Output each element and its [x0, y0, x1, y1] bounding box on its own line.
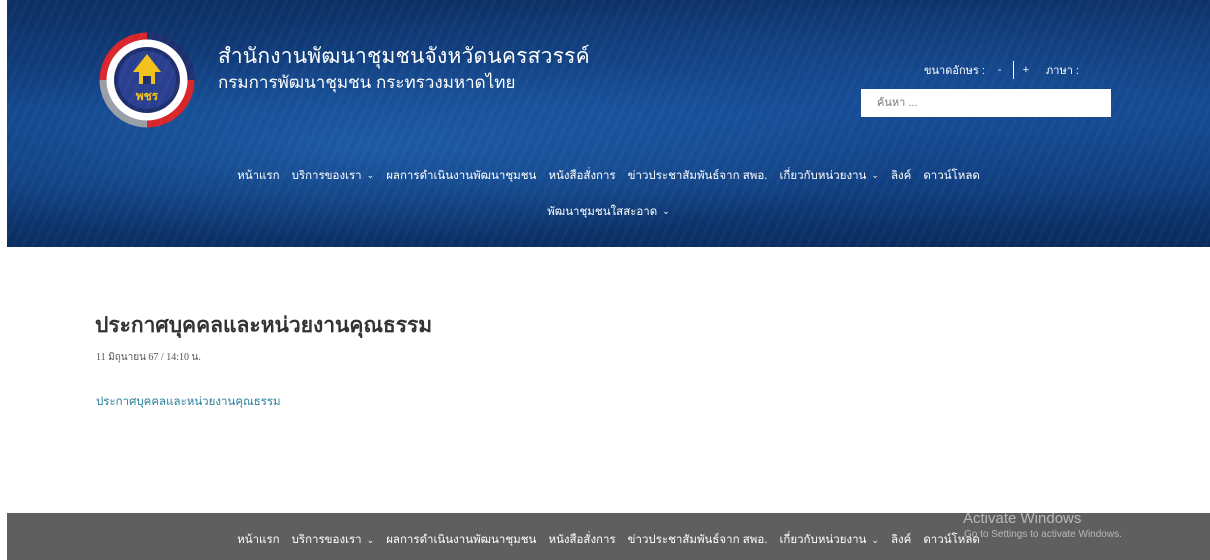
cdd-emblem-icon[interactable]: พชร	[99, 32, 195, 128]
nav-item-orders[interactable]: หนังสือสั่งการ	[548, 167, 615, 185]
font-increase-button[interactable]: +	[1020, 64, 1032, 76]
font-size-label: ขนาดอักษร :	[924, 65, 985, 77]
nav-item-clean-community[interactable]: พัฒนาชุมชนใสสะอาด ⌄	[547, 203, 670, 221]
document-link[interactable]: ประกาศบุคคลและหน่วยงานคุณธรรม	[96, 393, 281, 411]
nav-item-download[interactable]: ดาวน์โหลด	[923, 167, 980, 185]
chevron-down-icon: ⌄	[871, 169, 879, 180]
footer-nav-news[interactable]: ข่าวประชาสัมพันธ์จาก สพอ.	[628, 531, 768, 549]
main-nav: หน้าแรก บริการของเรา ⌄ ผลการดำเนินงานพัฒน…	[7, 167, 1210, 185]
footer-nav-home[interactable]: หน้าแรก	[237, 531, 279, 549]
nav-item-about[interactable]: เกี่ยวกับหน่วยงาน ⌄	[779, 167, 878, 185]
footer-nav-links[interactable]: ลิงค์	[891, 531, 911, 549]
chevron-down-icon: ⌄	[662, 205, 670, 216]
nav-item-services[interactable]: บริการของเรา ⌄	[292, 167, 375, 185]
footer-nav-orders[interactable]: หนังสือสั่งการ	[548, 531, 615, 549]
page-title: ประกาศบุคคลและหน่วยงานคุณธรรม	[95, 314, 433, 337]
footer-nav-services[interactable]: บริการของเรา ⌄	[292, 531, 375, 549]
chevron-down-icon: ⌄	[366, 169, 375, 180]
footer-nav-results[interactable]: ผลการดำเนินงานพัฒนาชุมชน	[386, 531, 536, 549]
nav-item-news[interactable]: ข่าวประชาสัมพันธ์จาก สพอ.	[628, 167, 768, 185]
search-input[interactable]	[861, 89, 1111, 117]
nav-item-links[interactable]: ลิงค์	[891, 167, 911, 185]
site-footer: หน้าแรก บริการของเรา ⌄ ผลการดำเนินงานพัฒน…	[7, 513, 1210, 560]
accessibility-tools: ขนาดอักษร : - + ภาษา :	[924, 61, 1079, 79]
chevron-down-icon: ⌄	[871, 534, 879, 545]
chevron-down-icon: ⌄	[366, 534, 375, 545]
nav-item-home[interactable]: หน้าแรก	[237, 167, 279, 185]
post-date: 11 มิถุนายน 67 / 14:10 น.	[96, 352, 201, 363]
footer-nav-download[interactable]: ดาวน์โหลด	[923, 531, 980, 549]
logo-text: พชร	[136, 89, 159, 103]
footer-nav: หน้าแรก บริการของเรา ⌄ ผลการดำเนินงานพัฒน…	[7, 531, 1210, 549]
footer-nav-about[interactable]: เกี่ยวกับหน่วยงาน ⌄	[779, 531, 878, 549]
font-decrease-button[interactable]: -	[995, 64, 1005, 76]
tools-divider	[1012, 61, 1014, 79]
site-subtitle: กรมการพัฒนาชุมชน กระทรวงมหาดไทย	[218, 73, 516, 92]
nav-item-results[interactable]: ผลการดำเนินงานพัฒนาชุมชน	[386, 167, 536, 185]
main-nav-row2: พัฒนาชุมชนใสสะอาด ⌄	[7, 203, 1210, 221]
language-label[interactable]: ภาษา :	[1046, 61, 1079, 79]
site-header: พชร สำนักงานพัฒนาชุมชนจังหวัดนครสวรรค์ ก…	[7, 0, 1210, 247]
